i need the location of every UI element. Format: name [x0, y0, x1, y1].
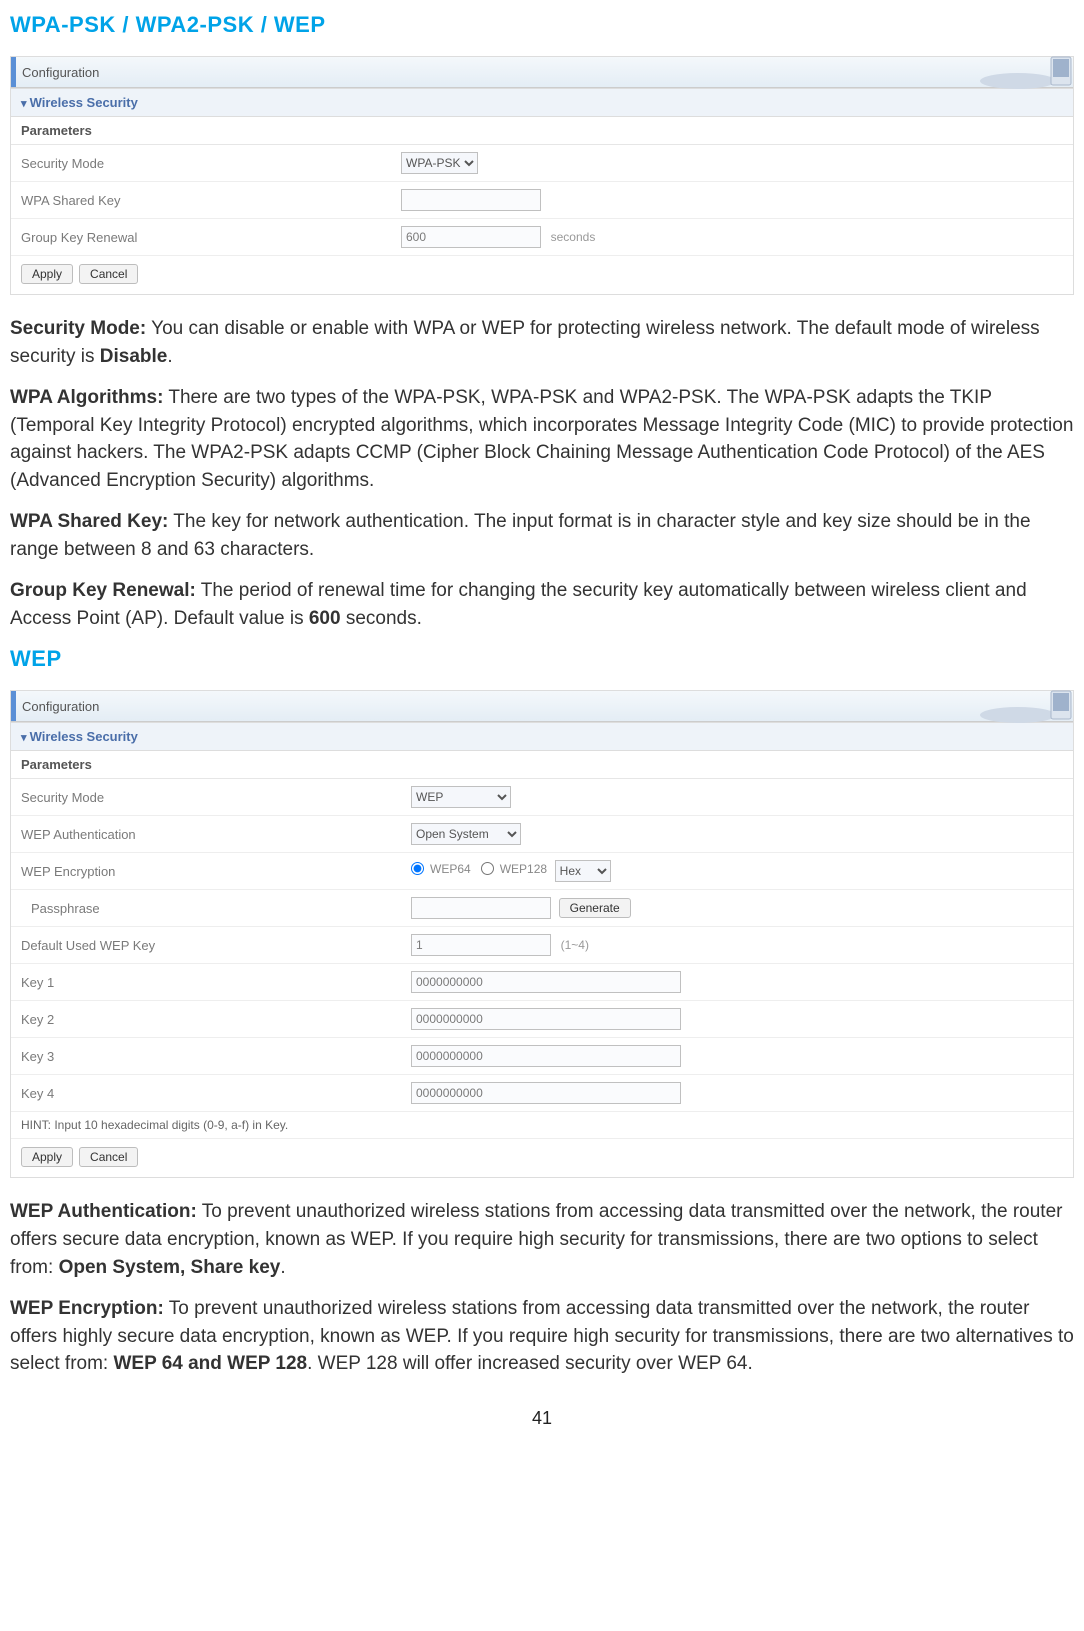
tab-label-2: Configuration [22, 699, 99, 714]
input-key4[interactable] [411, 1082, 681, 1104]
label-default-wep-key: Default Used WEP Key [11, 927, 401, 964]
label-key3: Key 3 [11, 1038, 401, 1075]
tab-accent-2 [11, 691, 16, 721]
para-wpa-algorithms: WPA Algorithms: There are two types of t… [10, 384, 1074, 494]
para-wpa-shared-key: WPA Shared Key: The key for network auth… [10, 508, 1074, 563]
apply-button[interactable]: Apply [21, 264, 73, 284]
select-hex[interactable]: Hex [555, 860, 611, 882]
label-group-key-renewal: Group Key Renewal [11, 219, 391, 256]
panel-wpa: Configuration Wireless Security Paramete… [10, 56, 1074, 295]
label-wpa-shared-key: WPA Shared Key [11, 182, 391, 219]
para-wep-encryption: WEP Encryption: To prevent unauthorized … [10, 1295, 1074, 1378]
tab-accent [11, 57, 16, 87]
heading-wep: WEP [10, 646, 1074, 672]
input-key2[interactable] [411, 1008, 681, 1030]
input-default-wep-key[interactable] [411, 934, 551, 956]
para-security-mode: Security Mode: You can disable or enable… [10, 315, 1074, 370]
heading-wpa: WPA-PSK / WPA2-PSK / WEP [10, 12, 1074, 38]
cancel-button[interactable]: Cancel [79, 264, 138, 284]
select-security-mode-2[interactable]: WEP [411, 786, 511, 808]
input-key3[interactable] [411, 1045, 681, 1067]
select-security-mode[interactable]: WPA-PSK [401, 152, 478, 174]
decorative-router-image [933, 53, 1073, 91]
label-key2: Key 2 [11, 1001, 401, 1038]
label-security-mode-2: Security Mode [11, 779, 401, 816]
label-key1: Key 1 [11, 964, 401, 1001]
label-security-mode: Security Mode [11, 145, 391, 182]
input-key1[interactable] [411, 971, 681, 993]
wep-form-table: Security Mode WEP WEP Authentication Ope… [11, 779, 1073, 1112]
wpa-form-table: Security Mode WPA-PSK WPA Shared Key Gro… [11, 145, 1073, 256]
page-number: 41 [10, 1408, 1074, 1429]
para-group-key-renewal: Group Key Renewal: The period of renewal… [10, 577, 1074, 632]
subheader-parameters: Parameters [11, 117, 1073, 145]
tab-label: Configuration [22, 65, 99, 80]
cancel-button-2[interactable]: Cancel [79, 1147, 138, 1167]
suffix-1to4: (1~4) [561, 938, 589, 952]
radio-wep128[interactable] [481, 862, 494, 875]
generate-button[interactable]: Generate [559, 898, 631, 918]
select-wep-auth[interactable]: Open System [411, 823, 521, 845]
label-key4: Key 4 [11, 1075, 401, 1112]
panel-tab-bar: Configuration [11, 57, 1073, 88]
label-passphrase: Passphrase [11, 890, 401, 927]
para-wep-auth: WEP Authentication: To prevent unauthori… [10, 1198, 1074, 1281]
radio-wep128-label: WEP128 [500, 862, 547, 876]
section-wireless-security-2[interactable]: Wireless Security [11, 722, 1073, 751]
input-group-key-renewal[interactable] [401, 226, 541, 248]
panel-wep: Configuration Wireless Security Paramete… [10, 690, 1074, 1178]
radio-wep64[interactable] [411, 862, 424, 875]
panel-tab-bar-2: Configuration [11, 691, 1073, 722]
subheader-parameters-2: Parameters [11, 751, 1073, 779]
input-wpa-shared-key[interactable] [401, 189, 541, 211]
suffix-seconds: seconds [551, 230, 596, 244]
decorative-router-image-2 [933, 687, 1073, 725]
radio-wep64-label: WEP64 [430, 862, 471, 876]
section-wireless-security[interactable]: Wireless Security [11, 88, 1073, 117]
label-wep-auth: WEP Authentication [11, 816, 401, 853]
hint-text: HINT: Input 10 hexadecimal digits (0-9, … [11, 1112, 1073, 1139]
apply-button-2[interactable]: Apply [21, 1147, 73, 1167]
input-passphrase[interactable] [411, 897, 551, 919]
label-wep-encryption: WEP Encryption [11, 853, 401, 890]
